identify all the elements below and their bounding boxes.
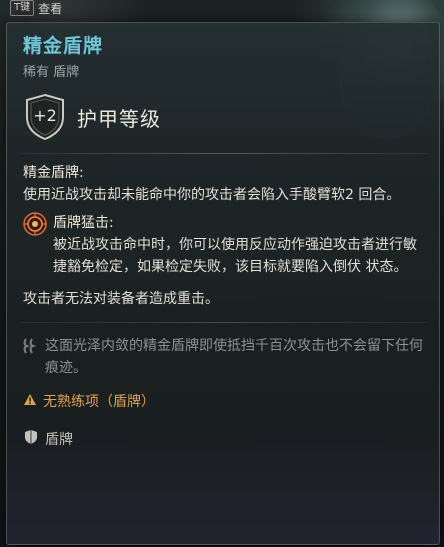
tooltip-body: 精金盾牌: 使用近战攻击却未能命中你的攻击者会陷入手酸臂软2 回合。 盾牌猛击:…	[7, 154, 439, 310]
item-rarity: 稀有	[23, 65, 50, 80]
item-name: 精金盾牌	[23, 35, 104, 57]
item-category: 盾牌	[53, 65, 80, 80]
item-tooltip: 精金盾牌 稀有 盾牌 +2 护甲等级 精金盾牌: 使用近战攻击却未能命中你的攻击…	[6, 22, 440, 545]
proficiency-text: 无熟练项（盾牌）	[43, 394, 155, 410]
armor-bonus-value: +2	[33, 106, 57, 125]
proficiency-warning: 无熟练项（盾牌）	[7, 379, 439, 411]
reaction-text: 盾牌猛击: 被近战攻击命中时，你可以使用反应动作强迫攻击者进行敏捷豁免检定，如果…	[53, 212, 423, 278]
reaction-description: 被近战攻击命中时，你可以使用反应动作强迫攻击者进行敏捷豁免检定，如果检定失败，该…	[53, 237, 417, 275]
flavor-text: 这面光泽内敛的精金盾牌即使抵挡千百次攻击也不会留下任何痕迹。	[45, 338, 423, 376]
quote-icon	[23, 338, 39, 379]
shield-type-icon	[25, 430, 37, 448]
passive-name: 精金盾牌:	[23, 165, 84, 181]
armor-class-row: +2 护甲等级	[23, 93, 161, 141]
game-scene: T键 查看 精金盾牌 稀有 盾牌 +2 护甲等级 精金盾牌: 使用近战攻击却未能…	[0, 0, 444, 547]
armor-class-label: 护甲等级	[77, 106, 161, 131]
armor-shield-icon: +2	[23, 93, 67, 141]
reaction-title: 盾牌猛击:	[53, 215, 114, 231]
hotkey-label: 查看	[38, 1, 63, 16]
warning-icon	[23, 393, 37, 410]
item-subtitle: 稀有 盾牌	[23, 61, 425, 80]
shield-bash-icon	[23, 212, 47, 236]
flavor-section: 这面光泽内敛的精金盾牌即使抵挡千百次攻击也不会留下任何痕迹。	[7, 323, 439, 379]
tooltip-header: 精金盾牌 稀有 盾牌 +2 护甲等级	[7, 23, 439, 145]
critical-immunity-note: 攻击者无法对装备者造成重击。	[23, 291, 219, 307]
item-type-label: 盾牌	[45, 432, 73, 448]
item-type-row: 盾牌	[7, 411, 439, 449]
inspect-hotkey-hint[interactable]: T键 查看	[10, 0, 62, 16]
hotkey-key: T键	[10, 0, 35, 16]
passive-description: 使用近战攻击却未能命中你的攻击者会陷入手酸臂软2 回合。	[23, 187, 401, 203]
reaction-block: 盾牌猛击: 被近战攻击命中时，你可以使用反应动作强迫攻击者进行敏捷豁免检定，如果…	[23, 212, 423, 278]
